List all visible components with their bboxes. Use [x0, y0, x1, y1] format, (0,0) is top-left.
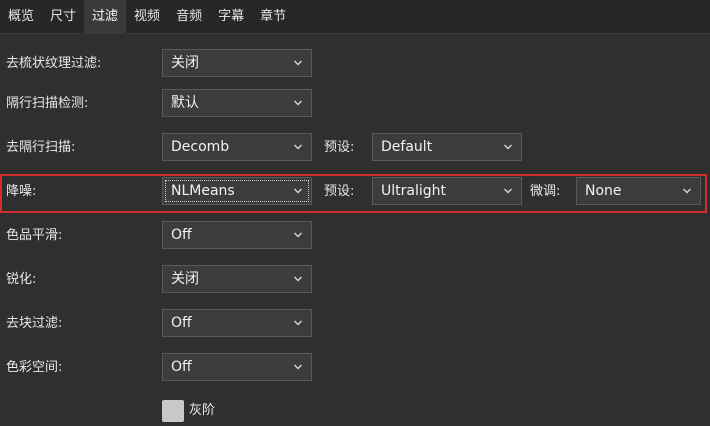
detelecine-dropdown[interactable]: 关闭 — [162, 49, 312, 77]
denoise-dropdown[interactable]: NLMeans — [162, 177, 312, 205]
denoise-preset-label: 预设: — [324, 184, 355, 199]
chroma-smooth-value: Off — [171, 227, 192, 243]
sharpen-value: 关闭 — [171, 271, 199, 287]
chevron-down-icon — [294, 100, 302, 106]
interlace-detection-dropdown[interactable]: 默认 — [162, 89, 312, 117]
interlace-detection-label: 隔行扫描检测: — [6, 96, 89, 111]
tab-filters[interactable]: 过滤 — [84, 0, 127, 33]
tab-chapters[interactable]: 章节 — [252, 0, 294, 33]
tab-bar: 概览 尺寸 过滤 视频 音频 字幕 章节 — [0, 0, 710, 34]
chevron-down-icon — [504, 188, 512, 194]
denoise-preset-value: Ultralight — [381, 183, 446, 199]
deinterlace-dropdown[interactable]: Decomb — [162, 133, 312, 161]
interlace-detection-value: 默认 — [171, 95, 199, 111]
tab-summary[interactable]: 概览 — [0, 0, 42, 33]
chevron-down-icon — [294, 60, 302, 66]
denoise-preset-dropdown[interactable]: Ultralight — [372, 177, 522, 205]
deblock-dropdown[interactable]: Off — [162, 309, 312, 337]
sharpen-label: 锐化: — [6, 272, 37, 287]
chevron-down-icon — [294, 364, 302, 370]
sharpen-row: 锐化: 关闭 — [0, 265, 710, 295]
chroma-smooth-row: 色品平滑: Off — [0, 221, 710, 251]
detelecine-label: 去梳状纹理过滤: — [6, 56, 102, 71]
deinterlace-preset-value: Default — [381, 139, 433, 155]
chroma-smooth-dropdown[interactable]: Off — [162, 221, 312, 249]
deinterlace-preset-dropdown[interactable]: Default — [372, 133, 522, 161]
denoise-label: 降噪: — [6, 184, 37, 199]
tab-video[interactable]: 视频 — [126, 0, 168, 33]
chevron-down-icon — [294, 276, 302, 282]
tab-audio[interactable]: 音频 — [168, 0, 210, 33]
deinterlace-row: 去隔行扫描: Decomb 预设: Default — [0, 133, 710, 163]
denoise-tune-dropdown[interactable]: None — [576, 177, 701, 205]
sharpen-dropdown[interactable]: 关闭 — [162, 265, 312, 293]
denoise-tune-value: None — [585, 183, 622, 199]
chevron-down-icon — [294, 144, 302, 150]
colorspace-label: 色彩空间: — [6, 360, 63, 375]
deinterlace-preset-label: 预设: — [324, 140, 355, 155]
detelecine-value: 关闭 — [171, 55, 199, 71]
deblock-row: 去块过滤: Off — [0, 309, 710, 339]
deblock-value: Off — [171, 315, 192, 331]
interlace-detection-row: 隔行扫描检测: 默认 — [0, 89, 710, 119]
denoise-tune-label: 微调: — [530, 184, 561, 199]
grayscale-label: 灰阶 — [189, 403, 216, 418]
detelecine-row: 去梳状纹理过滤: 关闭 — [0, 49, 710, 79]
tab-subtitles[interactable]: 字幕 — [210, 0, 252, 33]
colorspace-dropdown[interactable]: Off — [162, 353, 312, 381]
denoise-value: NLMeans — [171, 183, 235, 199]
chevron-down-icon — [294, 188, 302, 194]
chroma-smooth-label: 色品平滑: — [6, 228, 63, 243]
deblock-label: 去块过滤: — [6, 316, 63, 331]
denoise-row: 降噪: NLMeans 预设: Ultralight 微调: None — [0, 177, 710, 207]
deinterlace-label: 去隔行扫描: — [6, 140, 76, 155]
chevron-down-icon — [294, 232, 302, 238]
grayscale-checkbox[interactable] — [162, 400, 184, 422]
tab-dimensions[interactable]: 尺寸 — [42, 0, 84, 33]
deinterlace-value: Decomb — [171, 139, 230, 155]
chevron-down-icon — [504, 144, 512, 150]
chevron-down-icon — [294, 320, 302, 326]
chevron-down-icon — [683, 188, 691, 194]
colorspace-row: 色彩空间: Off — [0, 353, 710, 383]
colorspace-value: Off — [171, 359, 192, 375]
